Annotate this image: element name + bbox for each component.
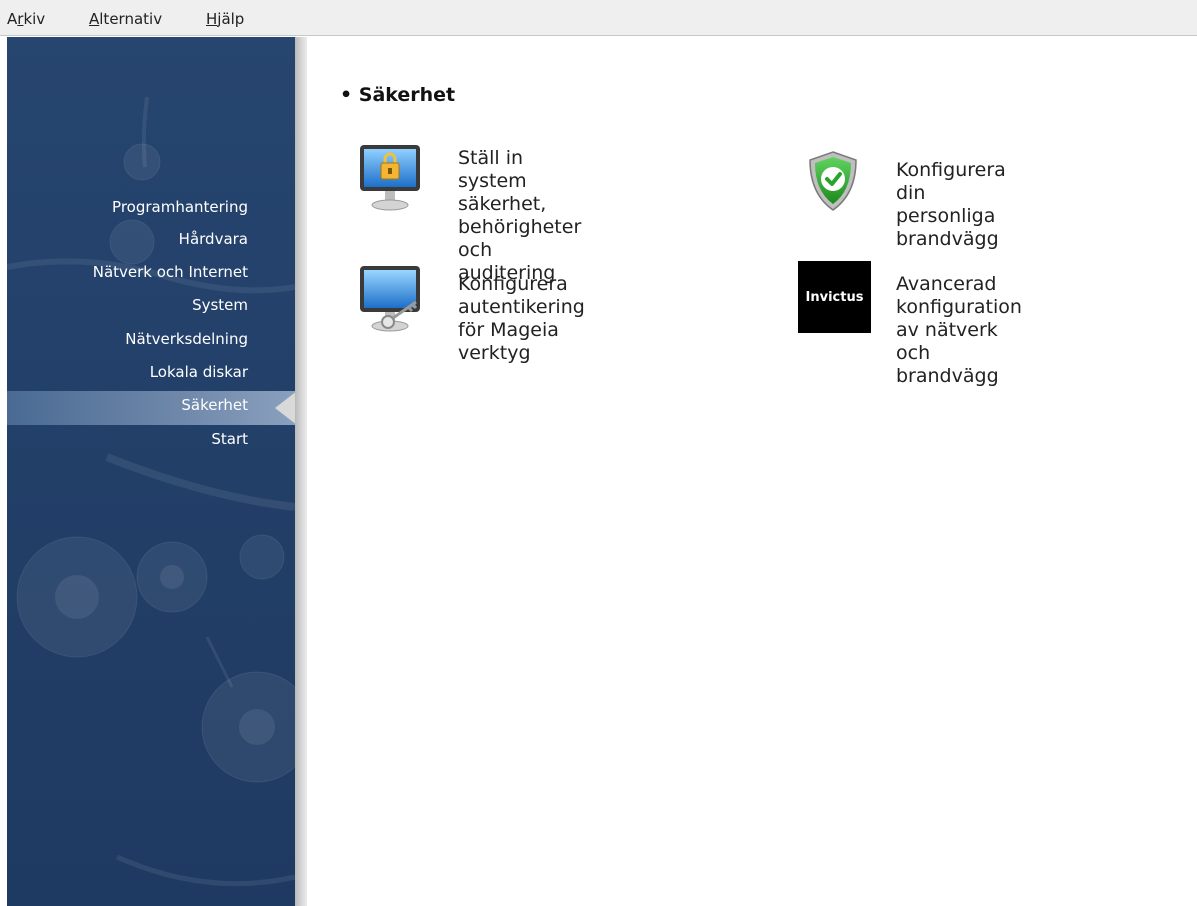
selection-pointer: [275, 391, 295, 425]
sidebar-item-lokala-diskar[interactable]: Lokala diskar: [150, 361, 248, 383]
sidebar-item-hardvara[interactable]: Hårdvara: [179, 228, 248, 250]
invictus-logo: Invictus: [798, 261, 871, 333]
sidebar-item-natverk-och-internet[interactable]: Nätverk och Internet: [93, 261, 248, 283]
nav-selected-highlight: [7, 391, 295, 425]
shield-check-icon: [809, 151, 857, 211]
tool-advanced-network-firewall-label: Avancerad konfiguration av nätverk och b…: [896, 273, 1022, 387]
sidebar-item-system[interactable]: System: [192, 294, 248, 316]
menubar: Arkiv Alternativ Hjälp: [0, 0, 1197, 36]
section-title: • Säkerhet: [340, 84, 456, 106]
tool-authentication-label: Konfigurera autentikering för Mageia ver…: [458, 273, 585, 364]
sidebar-divider: [295, 37, 307, 906]
menu-hjalp[interactable]: Hjälp: [206, 10, 244, 28]
sidebar-item-start[interactable]: Start: [211, 428, 248, 450]
sidebar-flower-decoration: [7, 96, 295, 887]
menu-arkiv[interactable]: Arkiv: [7, 10, 45, 28]
sidebar: Programhantering Hårdvara Nätverk och In…: [7, 37, 295, 906]
sidebar-item-sakerhet[interactable]: Säkerhet: [181, 394, 248, 416]
sidebar-item-natverksdelning[interactable]: Nätverksdelning: [125, 328, 248, 350]
tool-personal-firewall-label: Konfigurera din personliga brandvägg: [896, 159, 1006, 250]
monitor-lock-icon: [360, 145, 420, 211]
monitor-key-icon: [360, 266, 420, 332]
sidebar-item-programhantering[interactable]: Programhantering: [112, 196, 248, 218]
tool-system-security-label: Ställ in system säkerhet, behörigheter o…: [458, 147, 582, 284]
menu-alternativ[interactable]: Alternativ: [89, 10, 162, 28]
